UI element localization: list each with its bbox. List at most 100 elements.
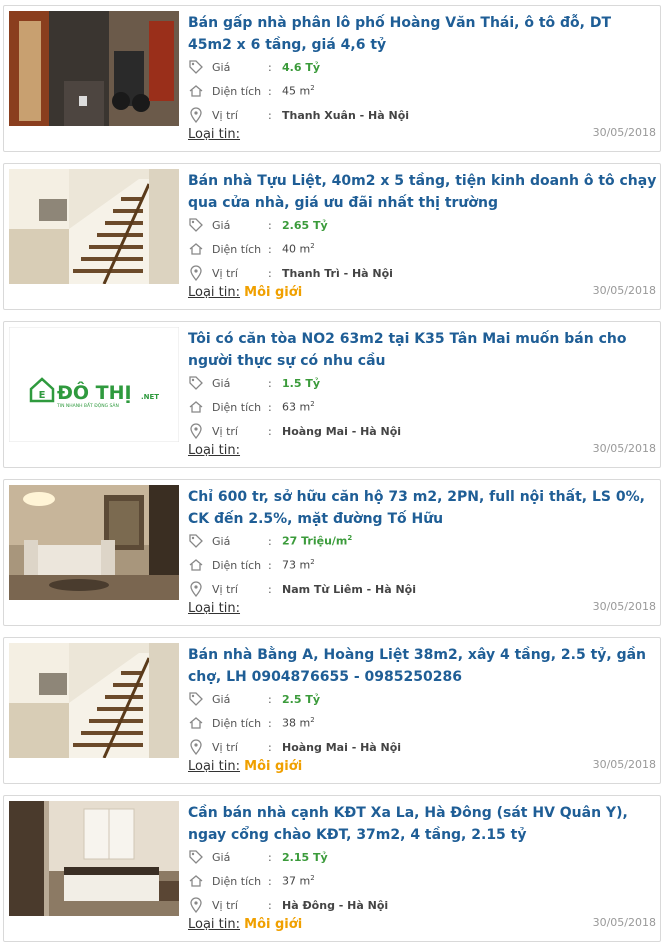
location-row: Vị trí : Thanh Xuân - Hà Nội: [188, 105, 409, 125]
listing-title[interactable]: Tôi có căn tòa NO2 63m2 tại K35 Tân Mai …: [188, 328, 658, 372]
living-room-photo: [9, 485, 179, 600]
price-label: Giá: [212, 692, 231, 706]
listing-type: Loại tin:: [188, 443, 240, 458]
listing-title[interactable]: Chỉ 600 tr, sở hữu căn hộ 73 m2, 2PN, fu…: [188, 486, 658, 530]
area-row: Diện tích : 73 m2: [188, 555, 315, 575]
location-row: Vị trí : Hà Đông - Hà Nội: [188, 895, 388, 915]
price-row: Giá : 1.5 Tỷ: [188, 373, 320, 393]
colon: :: [268, 242, 272, 256]
price-value: 1.5 Tỷ: [282, 376, 320, 390]
logo-text: ĐÔ THỊ: [57, 380, 132, 404]
listing-thumbnail[interactable]: [9, 801, 179, 916]
listing-date: 30/05/2018: [592, 758, 656, 771]
type-label[interactable]: Loại tin:: [188, 601, 240, 616]
listing-card[interactable]: Bán nhà Bằng A, Hoàng Liệt 38m2, xây 4 t…: [3, 637, 661, 784]
location-value: Nam Từ Liêm - Hà Nội: [282, 582, 417, 596]
location-row: Vị trí : Nam Từ Liêm - Hà Nội: [188, 579, 416, 599]
listing-date: 30/05/2018: [592, 916, 656, 929]
area-label: Diện tích: [212, 558, 262, 572]
price-tag-icon: [188, 375, 204, 391]
price-row: Giá : 2.5 Tỷ: [188, 689, 320, 709]
price-tag-icon: [188, 691, 204, 707]
listing-thumbnail[interactable]: [9, 169, 179, 284]
listing-title[interactable]: Bán nhà Tựu Liệt, 40m2 x 5 tầng, tiện ki…: [188, 170, 658, 214]
listing-date: 30/05/2018: [592, 442, 656, 455]
price-value: 4.6 Tỷ: [282, 60, 320, 74]
location-label: Vị trí: [212, 740, 238, 754]
listing-card[interactable]: Chỉ 600 tr, sở hữu căn hộ 73 m2, 2PN, fu…: [3, 479, 661, 626]
price-label: Giá: [212, 850, 231, 864]
location-value: Thanh Xuân - Hà Nội: [282, 108, 410, 122]
price-label: Giá: [212, 376, 231, 390]
location-label: Vị trí: [212, 424, 238, 438]
type-value: Môi giới: [244, 917, 303, 932]
house-area-icon: [188, 399, 204, 415]
area-row: Diện tích : 37 m2: [188, 871, 315, 891]
price-tag-icon: [188, 217, 204, 233]
area-value: 45 m2: [282, 84, 315, 98]
listing-type: Loại tin: Môi giới: [188, 285, 302, 300]
area-row: Diện tích : 45 m2: [188, 81, 315, 101]
listing-thumbnail[interactable]: [9, 643, 179, 758]
type-value: Môi giới: [244, 759, 303, 774]
area-row: Diện tích : 63 m2: [188, 397, 315, 417]
bedroom-photo: [9, 801, 179, 916]
area-label: Diện tích: [212, 874, 262, 888]
listing-date: 30/05/2018: [592, 284, 656, 297]
colon: :: [268, 60, 272, 74]
price-value: 2.65 Tỷ: [282, 218, 328, 232]
colon: :: [268, 84, 272, 98]
house-area-icon: [188, 83, 204, 99]
price-value: 2.5 Tỷ: [282, 692, 320, 706]
colon: :: [268, 874, 272, 888]
staircase-photo: [9, 643, 179, 758]
house-area-icon: [188, 241, 204, 257]
area-value: 63 m2: [282, 400, 315, 414]
listing-title[interactable]: Bán nhà Bằng A, Hoàng Liệt 38m2, xây 4 t…: [188, 644, 658, 688]
listing-thumbnail[interactable]: [9, 11, 179, 126]
listing-card[interactable]: Bán nhà Tựu Liệt, 40m2 x 5 tầng, tiện ki…: [3, 163, 661, 310]
price-tag-icon: [188, 59, 204, 75]
location-pin-icon: [188, 581, 204, 597]
listing-thumbnail[interactable]: [9, 485, 179, 600]
type-label[interactable]: Loại tin:: [188, 285, 240, 300]
location-label: Vị trí: [212, 898, 238, 912]
location-pin-icon: [188, 265, 204, 281]
type-label[interactable]: Loại tin:: [188, 443, 240, 458]
price-row: Giá : 2.65 Tỷ: [188, 215, 328, 235]
listing-card[interactable]: Bán gấp nhà phân lô phố Hoàng Văn Thái, …: [3, 5, 661, 152]
area-value: 40 m2: [282, 242, 315, 256]
listing-card[interactable]: E ĐÔ THỊ .NET TIN NHANH BẤT ĐỘNG SẢN Tôi…: [3, 321, 661, 468]
price-row: Giá : 2.15 Tỷ: [188, 847, 328, 867]
type-label[interactable]: Loại tin:: [188, 759, 240, 774]
location-value: Hà Đông - Hà Nội: [282, 898, 389, 912]
location-value: Hoàng Mai - Hà Nội: [282, 424, 402, 438]
price-label: Giá: [212, 218, 231, 232]
listing-date: 30/05/2018: [592, 600, 656, 613]
area-row: Diện tích : 40 m2: [188, 239, 315, 259]
area-label: Diện tích: [212, 716, 262, 730]
colon: :: [268, 692, 272, 706]
location-row: Vị trí : Hoàng Mai - Hà Nội: [188, 421, 401, 441]
colon: :: [268, 218, 272, 232]
stairway-photo: [9, 11, 179, 126]
area-label: Diện tích: [212, 242, 262, 256]
price-label: Giá: [212, 534, 231, 548]
type-label[interactable]: Loại tin:: [188, 917, 240, 932]
location-pin-icon: [188, 107, 204, 123]
listing-type: Loại tin: Môi giới: [188, 917, 302, 932]
listing-thumbnail[interactable]: E ĐÔ THỊ .NET TIN NHANH BẤT ĐỘNG SẢN: [9, 327, 179, 442]
location-row: Vị trí : Hoàng Mai - Hà Nội: [188, 737, 401, 757]
location-label: Vị trí: [212, 266, 238, 280]
logo-suffix: .NET: [141, 393, 159, 401]
location-pin-icon: [188, 897, 204, 913]
colon: :: [268, 108, 272, 122]
dothi-logo: E ĐÔ THỊ .NET TIN NHANH BẤT ĐỘNG SẢN: [9, 327, 179, 442]
listing-title[interactable]: Bán gấp nhà phân lô phố Hoàng Văn Thái, …: [188, 12, 658, 56]
listing-title[interactable]: Cần bán nhà cạnh KĐT Xa La, Hà Đông (sát…: [188, 802, 658, 846]
type-label[interactable]: Loại tin:: [188, 127, 240, 142]
location-label: Vị trí: [212, 108, 238, 122]
price-row: Giá : 4.6 Tỷ: [188, 57, 320, 77]
listing-card[interactable]: Cần bán nhà cạnh KĐT Xa La, Hà Đông (sát…: [3, 795, 661, 942]
price-value: 2.15 Tỷ: [282, 850, 328, 864]
